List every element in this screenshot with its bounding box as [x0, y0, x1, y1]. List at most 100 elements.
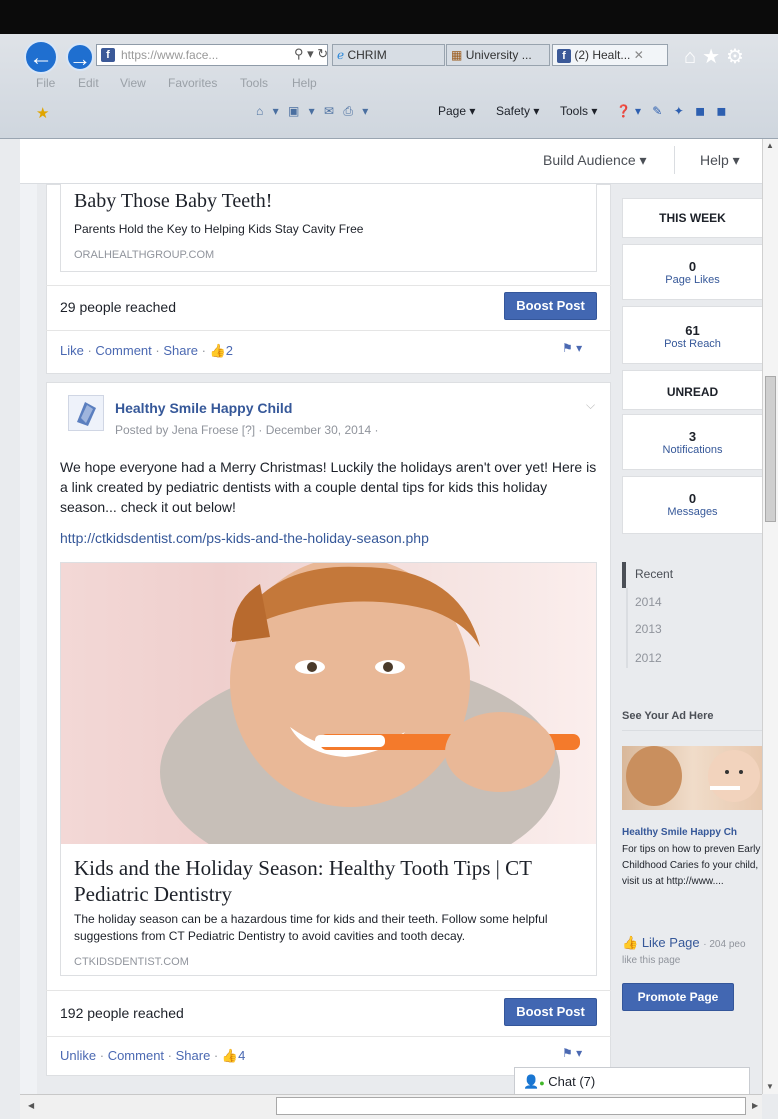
menu-tools[interactable]: Tools — [240, 76, 268, 90]
menu-file[interactable]: File — [36, 76, 55, 90]
page-likes-stat[interactable]: 0 Page Likes — [622, 244, 763, 300]
like-count[interactable]: 4 — [238, 1048, 245, 1063]
tab-university[interactable]: ▦ University ... — [446, 44, 550, 66]
toolbar-icons[interactable]: ⌂ ▾ ▣ ▾ ✉ ⎙ ▾ — [256, 104, 371, 119]
promote-page-button[interactable]: Promote Page — [622, 983, 734, 1011]
link-description: Parents Hold the Key to Helping Kids Sta… — [74, 222, 364, 236]
timeline-2014[interactable]: 2014 — [635, 595, 662, 609]
post-actions: Unlike · Comment · Share · 👍4 — [60, 1048, 246, 1063]
divider — [46, 330, 611, 331]
messages-number: 0 — [688, 491, 697, 506]
post-reach-stat[interactable]: 61 Post Reach — [622, 306, 763, 364]
share-link[interactable]: Share — [176, 1048, 211, 1063]
vertical-scroll-thumb[interactable] — [765, 376, 776, 522]
link-title[interactable]: Baby Those Baby Teeth! — [74, 190, 272, 213]
ad-text: For tips on how to preven Early Childhoo… — [622, 844, 761, 887]
timeline-2013[interactable]: 2013 — [635, 622, 662, 636]
like-page-link[interactable]: Like Page — [642, 935, 700, 950]
home-star-gear-icons[interactable]: ⌂★⚙ — [684, 44, 750, 69]
menu-view[interactable]: View — [120, 76, 146, 90]
link-preview-image[interactable] — [60, 562, 597, 844]
notifications-label[interactable]: Notifications — [623, 444, 762, 456]
comment-link[interactable]: Comment — [108, 1048, 164, 1063]
notifications-number: 3 — [688, 429, 697, 444]
timeline-2012[interactable]: 2012 — [635, 651, 662, 665]
left-gutter — [20, 184, 37, 1094]
notifications-stat[interactable]: 3 Notifications — [622, 414, 763, 470]
page-likes-number: 0 — [688, 259, 697, 274]
facebook-favicon-icon: f — [101, 48, 115, 62]
page-name[interactable]: Healthy Smile Happy Child — [115, 400, 292, 416]
thumbs-up-icon: 👍 — [209, 343, 226, 358]
menu-favorites[interactable]: Favorites — [168, 76, 217, 90]
post-reach-number: 61 — [685, 323, 700, 338]
thumbs-up-icon: 👍 — [221, 1048, 239, 1063]
back-icon[interactable]: ← — [24, 40, 58, 74]
tab-chrim[interactable]: ℯ CHRIM — [332, 44, 445, 66]
comment-link[interactable]: Comment — [95, 343, 151, 358]
ad-header: See Your Ad Here — [622, 710, 714, 722]
post-text: We hope everyone had a Merry Christmas! … — [60, 459, 597, 515]
tab-health[interactable]: f (2) Healt... ✕ — [552, 44, 668, 66]
scroll-up-icon[interactable]: ▲ — [766, 141, 774, 150]
browser-title-strip — [0, 0, 778, 34]
addon-icons[interactable]: ❓▾ ✎ ✦ ◼ ◼ — [616, 104, 730, 118]
divider — [46, 1036, 611, 1037]
tools-menu[interactable]: Tools ▾ — [560, 104, 597, 118]
address-text: https://www.face... — [121, 48, 219, 62]
like-link[interactable]: Like — [60, 343, 84, 358]
like-this-page-text: like this page — [622, 955, 681, 966]
favorites-star-icon[interactable]: ★ — [36, 104, 49, 122]
menu-edit[interactable]: Edit — [78, 76, 99, 90]
ad-image[interactable] — [622, 746, 763, 810]
post-settings-icon[interactable]: ⚑ ▾ — [562, 341, 582, 355]
menu-help[interactable]: Help — [292, 76, 317, 90]
link-domain: ORALHEALTHGROUP.COM — [74, 249, 215, 261]
ad-title[interactable]: Healthy Smile Happy Ch — [622, 827, 763, 838]
chat-bar[interactable]: 👤● Chat (7) — [514, 1067, 750, 1095]
like-count[interactable]: 2 — [226, 343, 233, 358]
timeline-recent[interactable]: Recent — [635, 567, 673, 581]
page-admin-bar — [20, 139, 772, 184]
post-url[interactable]: http://ctkidsdentist.com/ps-kids-and-the… — [60, 530, 429, 546]
unlike-link[interactable]: Unlike — [60, 1048, 96, 1063]
header-divider — [674, 146, 675, 174]
safety-menu[interactable]: Safety ▾ — [496, 104, 539, 118]
chat-label[interactable]: Chat (7) — [548, 1074, 595, 1089]
divider — [622, 730, 763, 731]
scroll-left-icon[interactable]: ◀ — [28, 1101, 34, 1110]
like-count: · 204 peo — [703, 939, 746, 950]
post-meta[interactable]: Posted by Jena Froese [?] · December 30,… — [115, 423, 378, 437]
horizontal-scroll-thumb[interactable] — [276, 1097, 746, 1115]
help-menu[interactable]: Help ▾ — [700, 152, 740, 169]
page-likes-label[interactable]: Page Likes — [623, 274, 762, 286]
unread-header: UNREAD — [622, 370, 763, 410]
chevron-down-icon[interactable]: ⌵ — [586, 398, 595, 413]
this-week-label: THIS WEEK — [659, 211, 726, 225]
vertical-scrollbar[interactable] — [762, 139, 778, 1094]
link-title[interactable]: Kids and the Holiday Season: Healthy Too… — [74, 855, 584, 907]
share-link[interactable]: Share — [163, 343, 198, 358]
link-description: The holiday season can be a hazardous ti… — [74, 912, 548, 943]
build-audience-menu[interactable]: Build Audience ▾ — [543, 152, 647, 169]
timeline-line — [626, 588, 628, 668]
page-menu[interactable]: Page ▾ — [438, 104, 475, 118]
messages-stat[interactable]: 0 Messages — [622, 476, 763, 534]
reach-count: 29 people reached — [60, 299, 176, 315]
post-actions: Like · Comment · Share · 👍2 — [60, 343, 234, 358]
forward-icon[interactable]: → — [66, 43, 94, 71]
page-avatar[interactable] — [68, 395, 104, 431]
scroll-right-icon[interactable]: ▶ — [752, 1101, 758, 1110]
divider — [46, 285, 611, 286]
this-week-header: THIS WEEK — [622, 198, 763, 238]
post-settings-icon[interactable]: ⚑ ▾ — [562, 1046, 582, 1060]
boost-post-button[interactable]: Boost Post — [504, 998, 597, 1026]
messages-label[interactable]: Messages — [623, 506, 762, 518]
timeline-active-marker — [622, 562, 626, 588]
person-icon: 👤 — [523, 1074, 540, 1089]
online-dot-icon: ● — [539, 1078, 545, 1088]
scroll-down-icon[interactable]: ▼ — [766, 1082, 774, 1091]
boost-post-button[interactable]: Boost Post — [504, 292, 597, 320]
divider — [46, 990, 611, 991]
post-reach-label[interactable]: Post Reach — [623, 338, 762, 350]
